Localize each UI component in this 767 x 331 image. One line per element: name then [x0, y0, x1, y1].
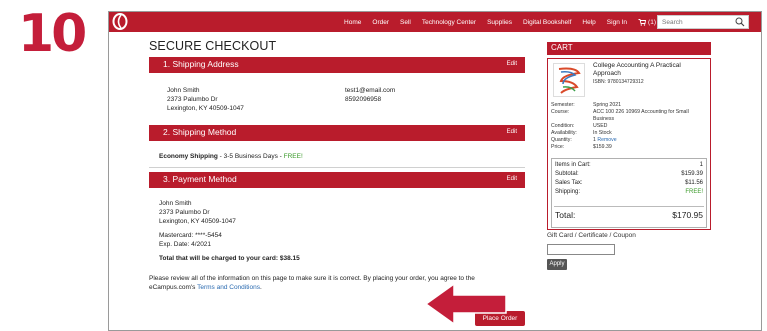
book-cover-icon — [553, 63, 585, 97]
shipping-city: Lexington, KY 40509-1047 — [167, 105, 244, 112]
billing-street: 2373 Palumbo Dr — [159, 209, 210, 216]
cart-panel: College Accounting A Practical Approach … — [547, 58, 711, 230]
payment-method-title: 3. Payment Method — [163, 174, 237, 184]
shipping-free-badge: FREE! — [283, 153, 303, 160]
shipping-address-title: 1. Shipping Address — [163, 59, 239, 69]
meta-value-price: $159.39 — [593, 144, 612, 150]
meta-value-quantity: 1 Remove — [593, 137, 617, 144]
order-summary: Items in Cart: 1 Subtotal: $159.39 Sales… — [551, 158, 707, 228]
cart-icon — [638, 18, 647, 26]
shipping-email: test1@email.com — [345, 87, 396, 94]
shipping-method-header: 2. Shipping Method Edit — [149, 125, 525, 141]
book-isbn: ISBN: 9780134729312 — [593, 79, 644, 85]
meta-value-course: ACC 100 226 10969 Accounting for Small — [593, 109, 689, 115]
meta-value-semester: Spring 2021 — [593, 102, 621, 108]
nav-digital-bookshelf[interactable]: Digital Bookshelf — [523, 19, 571, 26]
summary-divider — [554, 206, 704, 207]
summary-items-value: 1 — [699, 162, 703, 168]
top-nav: Home Order Sell Technology Center Suppli… — [109, 12, 761, 32]
cart-count: (1) — [648, 18, 656, 26]
shipping-name: John Smith — [167, 87, 200, 94]
meta-value-availability: In Stock — [593, 130, 612, 136]
shipping-street: 2373 Palumbo Dr — [167, 96, 218, 103]
summary-total-row: Total: $170.95 — [555, 210, 703, 220]
summary-items-label: Items in Cart: — [555, 162, 591, 168]
payment-method-edit-link[interactable]: Edit — [507, 176, 517, 182]
summary-shipping-row: Shipping: FREE! — [555, 189, 703, 195]
nav-technology-center[interactable]: Technology Center — [422, 19, 476, 26]
remove-link[interactable]: Remove — [597, 137, 616, 143]
nav-links: Home Order Sell Technology Center Suppli… — [344, 12, 656, 32]
meta-label-availability: Availability: — [551, 130, 577, 136]
book-title[interactable]: College Accounting A Practical Approach — [593, 62, 703, 78]
nav-cart[interactable]: (1) — [638, 19, 656, 26]
summary-subtotal-label: Subtotal: — [555, 171, 579, 177]
nav-home[interactable]: Home — [344, 19, 361, 26]
shipping-method-title: 2. Shipping Method — [163, 127, 237, 137]
total-charge: Total that will be charged to your card:… — [159, 255, 300, 262]
meta-label-quantity: Quantity: — [551, 137, 572, 143]
cart-header: CART — [547, 42, 711, 55]
meta-label-condition: Condition: — [551, 123, 575, 129]
quantity-value: 1 — [593, 137, 596, 143]
nav-sell[interactable]: Sell — [400, 19, 411, 26]
card-expiry: Exp. Date: 4/2021 — [159, 241, 212, 248]
step-number: 10 — [18, 4, 87, 64]
billing-name: John Smith — [159, 200, 192, 207]
summary-total-label: Total: — [555, 210, 576, 220]
summary-subtotal-row: Subtotal: $159.39 — [555, 171, 703, 177]
shipping-method-name: Economy Shipping — [159, 153, 218, 160]
summary-shipping-label: Shipping: — [555, 189, 581, 195]
billing-city: Lexington, KY 40509-1047 — [159, 218, 236, 225]
nav-help[interactable]: Help — [582, 19, 595, 26]
review-suffix: . — [259, 284, 262, 291]
search-icon[interactable] — [735, 17, 745, 27]
summary-shipping-value: FREE! — [685, 189, 703, 195]
meta-label-course: Course: — [551, 109, 570, 115]
shipping-method-edit-link[interactable]: Edit — [507, 129, 517, 135]
payment-method-header: 3. Payment Method Edit — [149, 172, 525, 188]
section-divider — [149, 167, 525, 168]
nav-sign-in[interactable]: Sign In — [607, 19, 627, 26]
summary-subtotal-value: $159.39 — [681, 171, 703, 177]
card-number: Mastercard: ****-5454 — [159, 232, 222, 239]
apply-button[interactable]: Apply — [547, 259, 567, 270]
ecampus-logo-icon[interactable] — [112, 13, 128, 30]
meta-value-condition: USED — [593, 123, 608, 129]
review-notice-terms: eCampus.com's Terms and Conditions. — [149, 283, 262, 292]
shipping-phone: 8592096958 — [345, 96, 382, 103]
summary-tax-row: Sales Tax: $11.56 — [555, 180, 703, 186]
summary-items-row: Items in Cart: 1 — [555, 162, 703, 168]
review-prefix: eCampus.com's — [149, 284, 198, 291]
summary-tax-label: Sales Tax: — [555, 180, 583, 186]
meta-label-semester: Semester: — [551, 102, 575, 108]
terms-link[interactable]: Terms and Conditions — [197, 284, 260, 291]
page-title: SECURE CHECKOUT — [149, 39, 277, 53]
gift-card-label: Gift Card / Certificate / Coupon — [547, 232, 636, 239]
meta-label-price: Price: — [551, 144, 565, 150]
summary-tax-value: $11.56 — [685, 180, 703, 186]
gift-card-input[interactable] — [547, 244, 615, 255]
shipping-address-header: 1. Shipping Address Edit — [149, 57, 525, 73]
arrow-pointer-icon — [424, 282, 507, 326]
meta-value-course-cont: Business — [593, 116, 615, 122]
nav-supplies[interactable]: Supplies — [487, 19, 512, 26]
nav-order[interactable]: Order — [372, 19, 389, 26]
shipping-method-line: Economy Shipping - 3-5 Business Days - F… — [159, 152, 303, 161]
shipping-method-detail: - 3-5 Business Days - — [217, 153, 284, 160]
shipping-address-edit-link[interactable]: Edit — [507, 61, 517, 67]
summary-total-value: $170.95 — [672, 210, 703, 220]
